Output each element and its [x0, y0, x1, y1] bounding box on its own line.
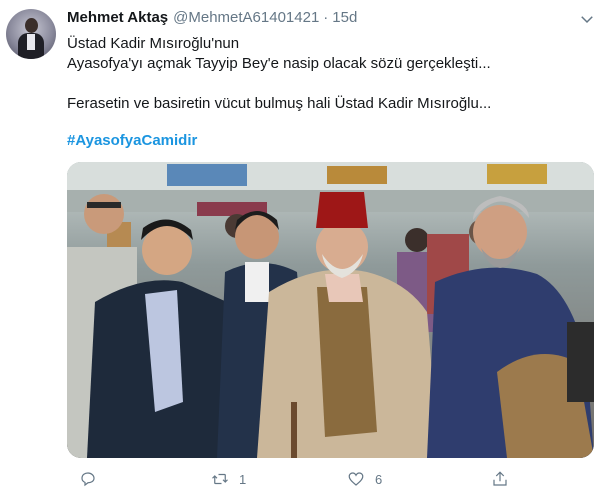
like-count: 6	[375, 471, 383, 487]
like-icon	[348, 472, 364, 486]
user-handle[interactable]: @MehmetA61401421	[173, 9, 319, 26]
avatar[interactable]	[6, 9, 56, 59]
tweet[interactable]: Mehmet Aktaş @MehmetA61401421 · 15d Üsta…	[0, 0, 614, 493]
retweet-icon	[212, 473, 228, 485]
share-icon	[493, 471, 507, 486]
tweet-line-3: Ferasetin ve basiretin vücut bulmuş hali…	[67, 95, 492, 112]
retweet-button[interactable]: 1	[211, 470, 246, 488]
tweet-time[interactable]: 15d	[332, 9, 357, 26]
tweet-photo[interactable]	[67, 162, 594, 458]
retweet-count: 1	[239, 471, 247, 487]
chevron-down-icon[interactable]	[578, 10, 596, 28]
tweet-text: Üstad Kadir Mısıroğlu'nun Ayasofya'yı aç…	[67, 34, 597, 114]
reply-button[interactable]	[79, 470, 107, 488]
tweet-actions: 1 6	[67, 470, 527, 492]
separator-dot: ·	[323, 9, 329, 26]
tweet-line-1: Üstad Kadir Mısıroğlu'nun	[67, 35, 240, 52]
hashtag-link[interactable]: #AyasofyaCamidir	[67, 132, 197, 149]
share-button[interactable]	[491, 470, 509, 488]
photo-image	[67, 162, 594, 458]
tweet-line-2: Ayasofya'yı açmak Tayyip Bey'e nasip ola…	[67, 55, 491, 72]
like-button[interactable]: 6	[347, 470, 382, 488]
reply-icon	[81, 472, 95, 487]
tweet-header: Mehmet Aktaş @MehmetA61401421 · 15d	[67, 9, 357, 31]
display-name[interactable]: Mehmet Aktaş	[67, 9, 168, 26]
